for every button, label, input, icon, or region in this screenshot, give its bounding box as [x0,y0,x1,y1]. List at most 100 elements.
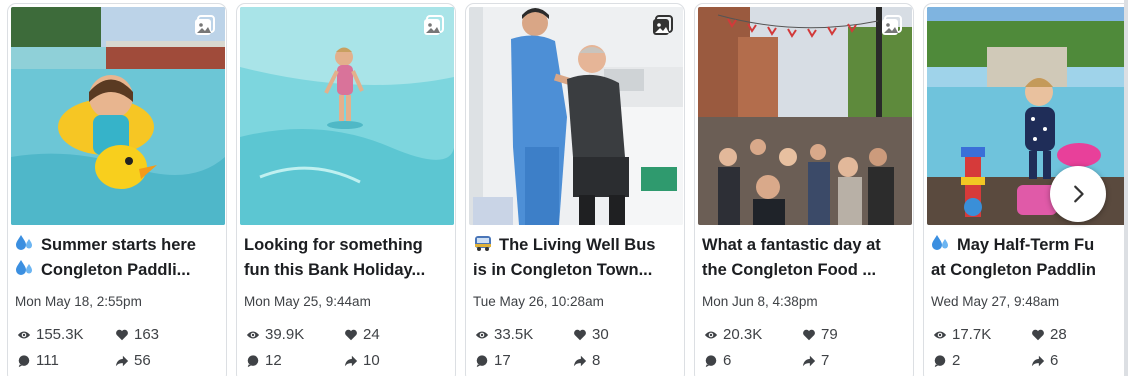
comments-count: 12 [246,352,282,369]
comment-icon [476,354,488,367]
post-card[interactable]: What a fantastic day at the Congleton Fo… [694,3,914,376]
post-carousel: Summer starts here Congleton Paddli... M… [0,0,1128,376]
views-value: 17.7K [952,326,992,343]
comment-icon [18,354,30,367]
share-arrow-icon [1031,355,1045,366]
post-card[interactable]: Looking for something fun this Bank Holi… [236,3,456,376]
post-title-line2: fun this Bank Holiday... [244,261,426,279]
post-title-line1: Looking for something [244,236,423,254]
share-arrow-icon [115,355,129,366]
comment-icon [705,354,717,367]
post-title-line1: May Half-Term Fu [957,236,1095,254]
likes-value: 24 [363,326,380,343]
post-title-line2: is in Congleton Town... [473,261,653,279]
likes-value: 163 [134,326,160,343]
eye-icon [475,331,489,338]
eye-icon [933,331,947,338]
droplets-emoji-icon [15,259,35,277]
bus-emoji-icon [473,234,493,252]
heart-icon [1032,329,1044,340]
living-well-bus-vaccination-image [469,7,683,225]
comments-count: 17 [475,352,511,369]
chevron-right-icon [1074,185,1084,203]
comments-value: 111 [36,352,59,369]
shares-count: 7 [802,352,829,369]
post-title-line1: Summer starts here [41,236,196,254]
pool-child-float-image [11,7,225,225]
shares-value: 10 [363,352,380,369]
post-title-line1: The Living Well Bus [499,236,656,254]
share-arrow-icon [573,355,587,366]
views-count: 155.3K [17,326,84,343]
post-date: Mon Jun 8, 4:38pm [702,294,818,309]
shares-value: 56 [134,352,151,369]
shares-value: 7 [821,352,830,369]
post-title[interactable]: Looking for something fun this Bank Holi… [244,233,455,283]
shares-value: 8 [592,352,601,369]
shares-value: 6 [1050,352,1059,369]
likes-count: 79 [802,326,838,343]
views-count: 39.9K [246,326,304,343]
post-date: Tue May 26, 10:28am [473,294,604,309]
likes-count: 28 [1031,326,1067,343]
post-title[interactable]: May Half-Term Fu at Congleton Paddlin [931,233,1128,283]
post-date: Wed May 27, 9:48am [931,294,1060,309]
post-thumbnail[interactable] [698,7,912,225]
views-value: 20.3K [723,326,763,343]
post-title[interactable]: What a fantastic day at the Congleton Fo… [702,233,913,283]
post-title[interactable]: The Living Well Bus is in Congleton Town… [473,233,684,283]
post-title-line2: Congleton Paddli... [41,261,191,279]
shares-count: 6 [1031,352,1058,369]
child-wading-pool-image [240,7,454,225]
eye-icon [17,331,31,338]
post-date: Mon May 18, 2:55pm [15,294,142,309]
post-title-line1: What a fantastic day at [702,236,881,254]
share-arrow-icon [802,355,816,366]
likes-value: 30 [592,326,609,343]
comments-value: 6 [723,352,732,369]
droplets-emoji-icon [15,234,35,252]
heart-icon [803,329,815,340]
food-festival-crowd-image [698,7,912,225]
likes-value: 28 [1050,326,1067,343]
shares-count: 56 [115,352,151,369]
droplets-emoji-icon [931,234,951,252]
comments-value: 12 [265,352,282,369]
photo-gallery-icon [193,13,217,37]
comments-count: 111 [17,352,59,369]
likes-count: 24 [344,326,380,343]
photo-gallery-icon [880,13,904,37]
comments-value: 17 [494,352,511,369]
eye-icon [704,331,718,338]
post-card[interactable]: Summer starts here Congleton Paddli... M… [7,3,227,376]
views-count: 33.5K [475,326,533,343]
shares-count: 8 [573,352,600,369]
carousel-next-button[interactable] [1050,166,1106,222]
post-title[interactable]: Summer starts here Congleton Paddli... [15,233,226,283]
comment-icon [247,354,259,367]
comments-count: 2 [933,352,960,369]
post-title-line2: at Congleton Paddlin [931,261,1096,279]
photo-gallery-icon [422,13,446,37]
views-count: 20.3K [704,326,762,343]
views-value: 33.5K [494,326,534,343]
scroll-edge [1124,0,1128,376]
views-value: 39.9K [265,326,305,343]
likes-count: 30 [573,326,609,343]
post-thumbnail[interactable] [469,7,683,225]
views-value: 155.3K [36,326,84,343]
shares-count: 10 [344,352,380,369]
post-thumbnail[interactable] [11,7,225,225]
comments-value: 2 [952,352,961,369]
post-thumbnail[interactable] [240,7,454,225]
photo-gallery-icon [651,13,675,37]
heart-icon [574,329,586,340]
likes-value: 79 [821,326,838,343]
share-arrow-icon [344,355,358,366]
comments-count: 6 [704,352,731,369]
post-title-line2: the Congleton Food ... [702,261,877,279]
heart-icon [345,329,357,340]
heart-icon [116,329,128,340]
post-card[interactable]: The Living Well Bus is in Congleton Town… [465,3,685,376]
post-date: Mon May 25, 9:44am [244,294,371,309]
